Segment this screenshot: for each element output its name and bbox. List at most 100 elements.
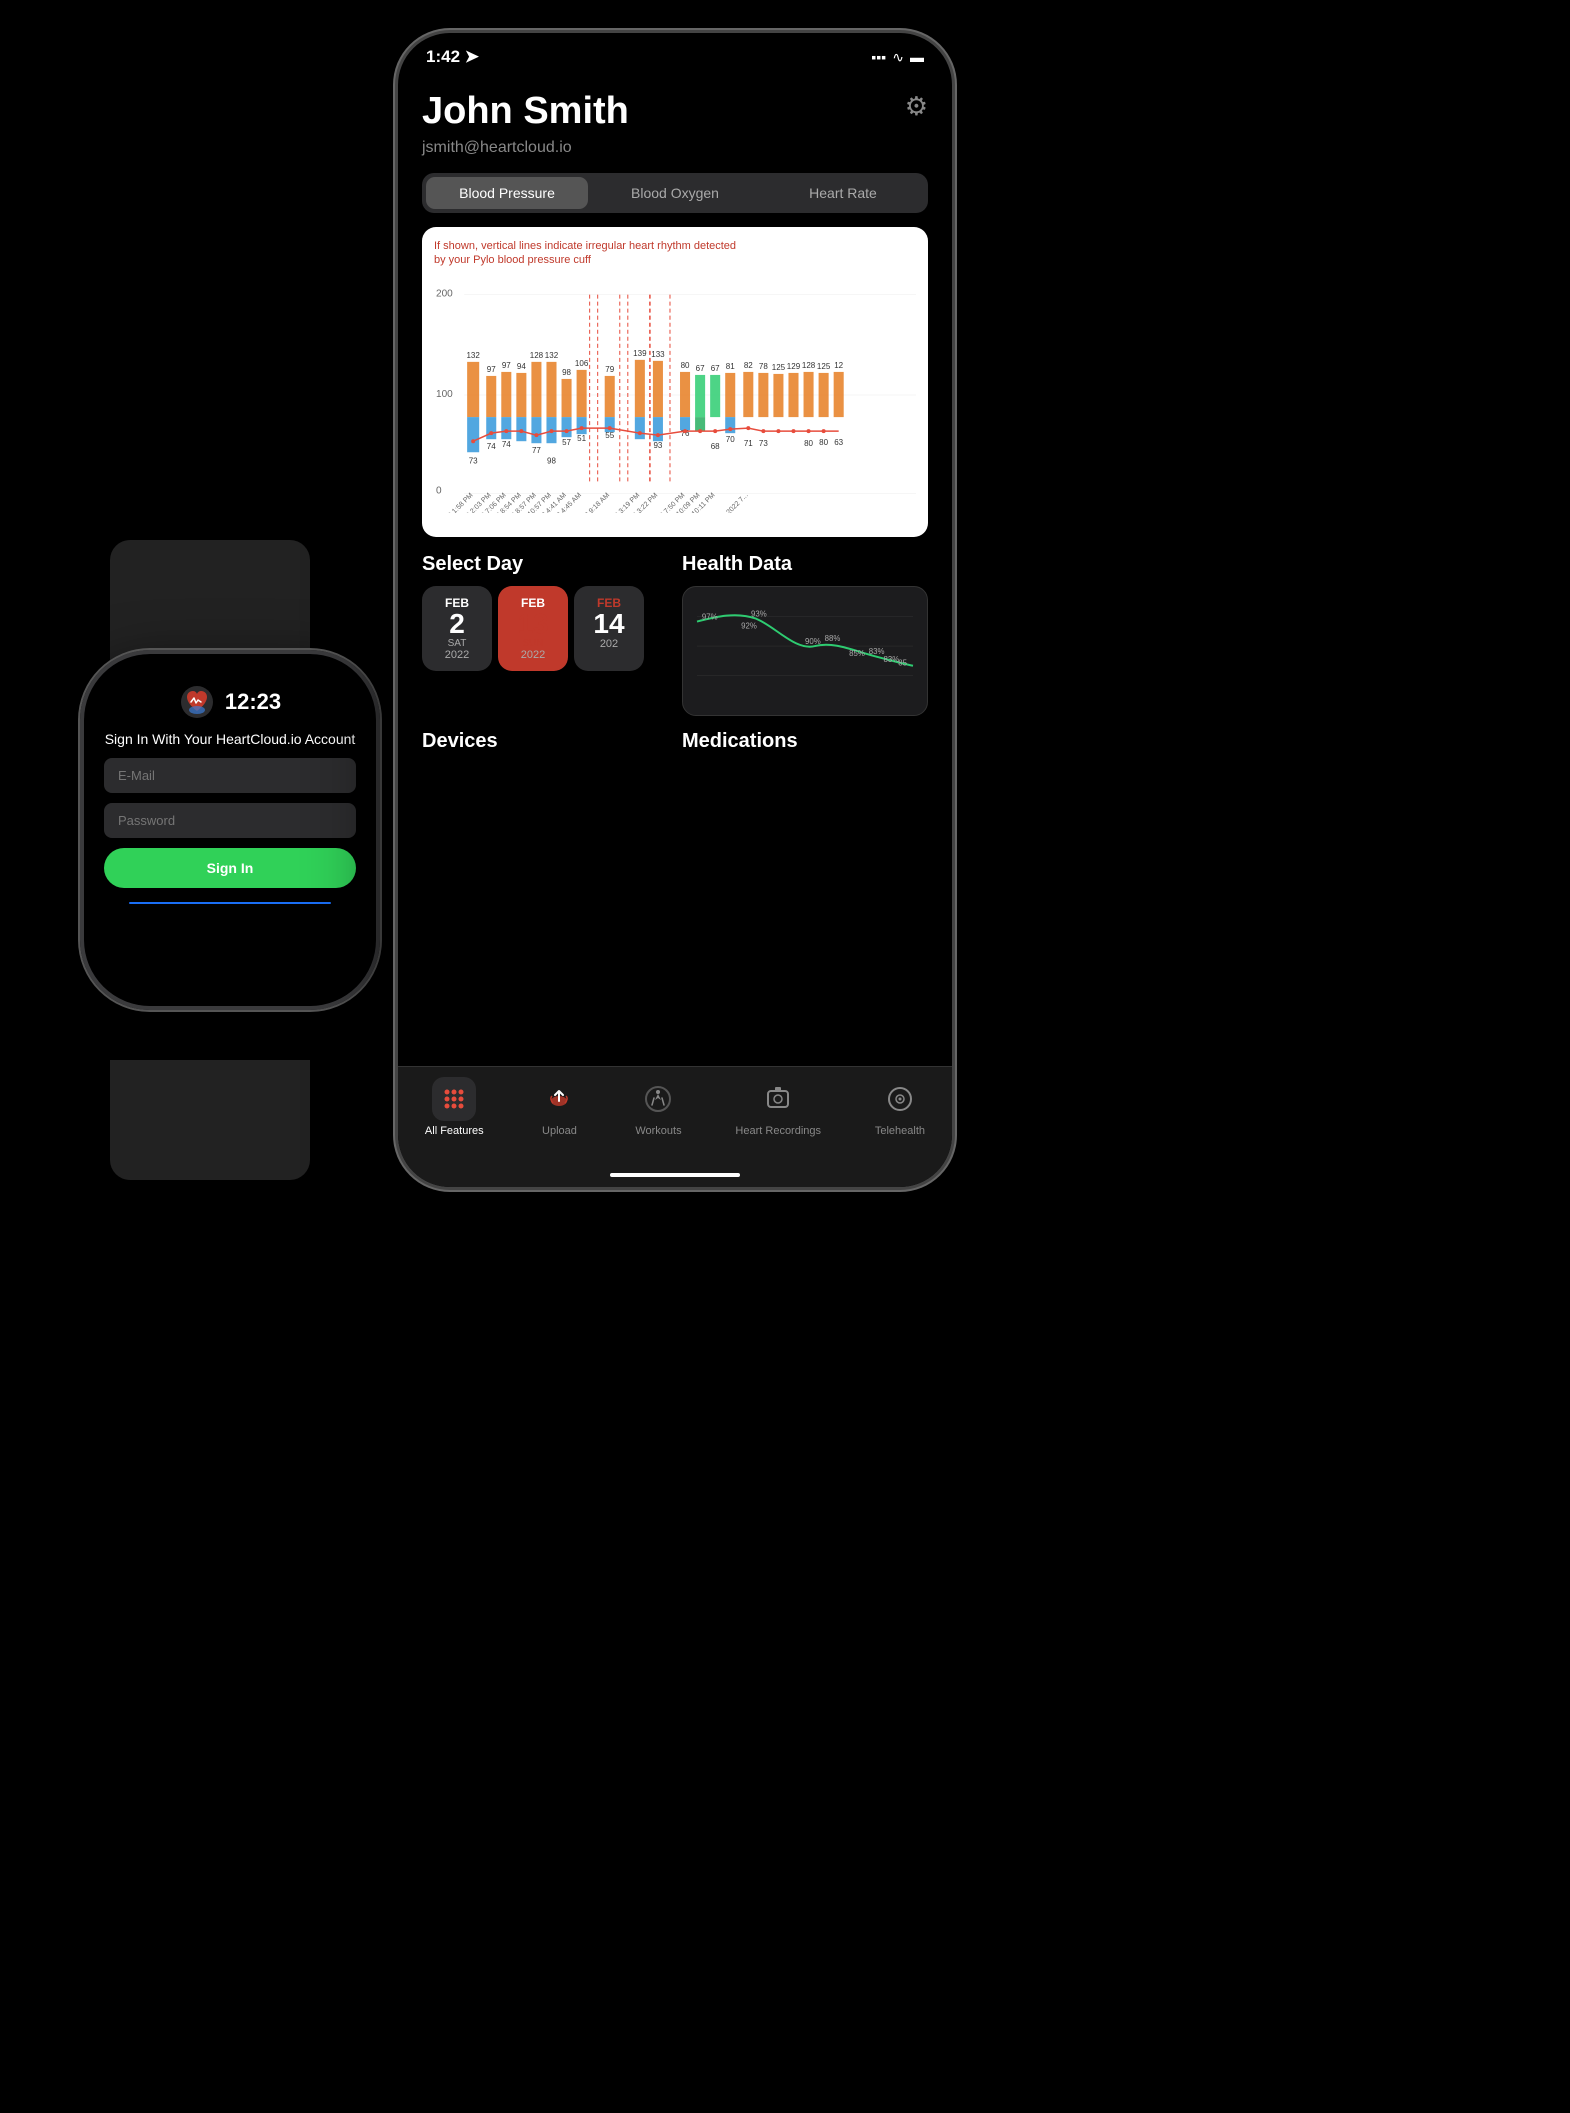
svg-text:74: 74 xyxy=(487,443,496,452)
devices-section: Devices xyxy=(422,730,668,763)
signal-icon: ▪▪▪ xyxy=(871,49,886,65)
phone-side-button xyxy=(952,233,955,313)
select-day-section: Select Day FEB 2 SAT 2022 FEB 13 xyxy=(422,553,668,716)
svg-text:0: 0 xyxy=(436,486,442,497)
watch-progress-bar xyxy=(129,902,331,904)
svg-text:92%: 92% xyxy=(741,621,757,630)
phone-camera-notch xyxy=(615,33,735,63)
chart-svg: 200 100 0 xyxy=(434,273,916,513)
svg-text:57: 57 xyxy=(562,439,571,448)
apple-watch: 12:23 Sign In With Your HeartCloud.io Ac… xyxy=(60,650,400,1070)
nav-workouts[interactable]: Workouts xyxy=(635,1077,681,1137)
nav-heart-recordings[interactable]: Heart Recordings xyxy=(735,1077,821,1137)
chart-note: If shown, vertical lines indicate irregu… xyxy=(434,239,916,268)
watch-screen: 12:23 Sign In With Your HeartCloud.io Ac… xyxy=(84,654,376,1006)
svg-text:81: 81 xyxy=(726,362,735,371)
phone-body: 1:42 ➤ ▪▪▪ ∿ ▬ John Smith jsmith@heartcl… xyxy=(395,30,955,1190)
svg-text:70: 70 xyxy=(726,436,735,445)
wifi-icon: ∿ xyxy=(892,49,904,66)
svg-text:73: 73 xyxy=(759,440,768,449)
devices-medications-section: Devices Medications xyxy=(422,730,928,763)
svg-text:93%: 93% xyxy=(751,609,767,618)
phone-content: John Smith jsmith@heartcloud.io ⚙ Blood … xyxy=(398,67,952,1066)
health-chart-svg: 97% 93% 92% 90% 88% 85% 83% 83% 85 xyxy=(693,597,917,705)
svg-text:200: 200 xyxy=(436,289,453,300)
svg-text:83%: 83% xyxy=(869,647,885,656)
iphone: 1:42 ➤ ▪▪▪ ∿ ▬ John Smith jsmith@heartcl… xyxy=(380,30,970,1230)
svg-text:79: 79 xyxy=(605,365,614,374)
bottom-nav: All Features Upload xyxy=(398,1066,952,1167)
svg-text:106: 106 xyxy=(575,359,589,368)
settings-icon[interactable]: ⚙ xyxy=(905,91,928,122)
svg-text:94: 94 xyxy=(517,362,526,371)
cal-day-feb14[interactable]: FEB 14 202 xyxy=(574,586,644,671)
watch-body: 12:23 Sign In With Your HeartCloud.io Ac… xyxy=(80,650,380,1010)
select-day-title: Select Day xyxy=(422,553,668,576)
svg-text:71: 71 xyxy=(744,440,753,449)
cal-num: 2 xyxy=(434,610,480,638)
nav-telehealth-label: Telehealth xyxy=(875,1125,925,1137)
health-data-title: Health Data xyxy=(682,553,928,576)
devices-title: Devices xyxy=(422,730,668,753)
watch-signin-button[interactable]: Sign In xyxy=(104,848,356,888)
medications-section: Medications xyxy=(682,730,928,763)
svg-text:80: 80 xyxy=(819,439,828,448)
calendar-strip: FEB 2 SAT 2022 FEB 13 SUN 2022 xyxy=(422,586,668,671)
heartcloud-logo-icon xyxy=(179,684,215,720)
nav-all-features-label: All Features xyxy=(425,1125,484,1137)
svg-text:85%: 85% xyxy=(849,649,865,658)
nav-telehealth[interactable]: Telehealth xyxy=(875,1077,925,1137)
cal-day-name-selected: SUN xyxy=(510,638,556,649)
watch-time: 12:23 xyxy=(225,689,281,715)
blood-pressure-chart: If shown, vertical lines indicate irregu… xyxy=(422,227,928,537)
profile-section: John Smith jsmith@heartcloud.io ⚙ xyxy=(422,67,928,173)
svg-text:51: 51 xyxy=(577,435,586,444)
svg-text:85: 85 xyxy=(898,659,907,668)
svg-text:125: 125 xyxy=(772,363,786,372)
svg-text:68: 68 xyxy=(711,443,720,452)
cal-day-feb2[interactable]: FEB 2 SAT 2022 xyxy=(422,586,492,671)
svg-text:97: 97 xyxy=(502,361,511,370)
tab-blood-oxygen[interactable]: Blood Oxygen xyxy=(594,177,756,209)
cal-day-feb13[interactable]: FEB 13 SUN 2022 xyxy=(498,586,568,671)
cal-year: 2022 xyxy=(434,649,480,661)
svg-text:129: 129 xyxy=(787,362,801,371)
watch-band-bottom xyxy=(110,1060,310,1180)
nav-upload-label: Upload xyxy=(542,1125,577,1137)
watch-signin-title: Sign In With Your HeartCloud.io Account xyxy=(105,730,356,748)
nav-workouts-label: Workouts xyxy=(635,1125,681,1137)
nav-heart-recordings-label: Heart Recordings xyxy=(735,1125,821,1137)
bottom-sections: Select Day FEB 2 SAT 2022 FEB 13 xyxy=(422,553,928,716)
svg-text:90%: 90% xyxy=(805,637,821,646)
svg-text:128: 128 xyxy=(802,361,816,370)
tab-heart-rate[interactable]: Heart Rate xyxy=(762,177,924,209)
svg-text:97%: 97% xyxy=(702,612,718,621)
svg-text:98: 98 xyxy=(547,457,556,466)
svg-text:Apr 30 2022 7...: Apr 30 2022 7... xyxy=(709,492,749,513)
svg-text:88%: 88% xyxy=(825,634,841,643)
cal-day-name: SAT xyxy=(434,638,480,649)
svg-text:67: 67 xyxy=(711,364,720,373)
svg-text:73: 73 xyxy=(469,457,478,466)
svg-text:128: 128 xyxy=(530,351,544,360)
svg-text:97: 97 xyxy=(487,365,496,374)
svg-text:63: 63 xyxy=(834,439,843,448)
profile-email: jsmith@heartcloud.io xyxy=(422,139,928,157)
watch-email-field[interactable] xyxy=(104,758,356,793)
nav-all-features[interactable]: All Features xyxy=(425,1077,484,1137)
cal-year-next: 202 xyxy=(586,638,632,650)
nav-upload[interactable]: Upload xyxy=(537,1077,581,1137)
svg-text:133: 133 xyxy=(651,350,665,359)
health-data-section: Health Data 97% 93% xyxy=(682,553,928,716)
svg-text:78: 78 xyxy=(759,362,768,371)
svg-text:74: 74 xyxy=(502,441,511,450)
heart-recordings-icon xyxy=(756,1077,800,1121)
watch-band-top xyxy=(110,540,310,660)
watch-password-field[interactable] xyxy=(104,803,356,838)
svg-text:82: 82 xyxy=(744,361,753,370)
phone-screen: 1:42 ➤ ▪▪▪ ∿ ▬ John Smith jsmith@heartcl… xyxy=(398,33,952,1187)
profile-name: John Smith xyxy=(422,91,928,133)
tab-blood-pressure[interactable]: Blood Pressure xyxy=(426,177,588,209)
svg-text:125: 125 xyxy=(817,362,831,371)
svg-text:100: 100 xyxy=(436,389,453,400)
